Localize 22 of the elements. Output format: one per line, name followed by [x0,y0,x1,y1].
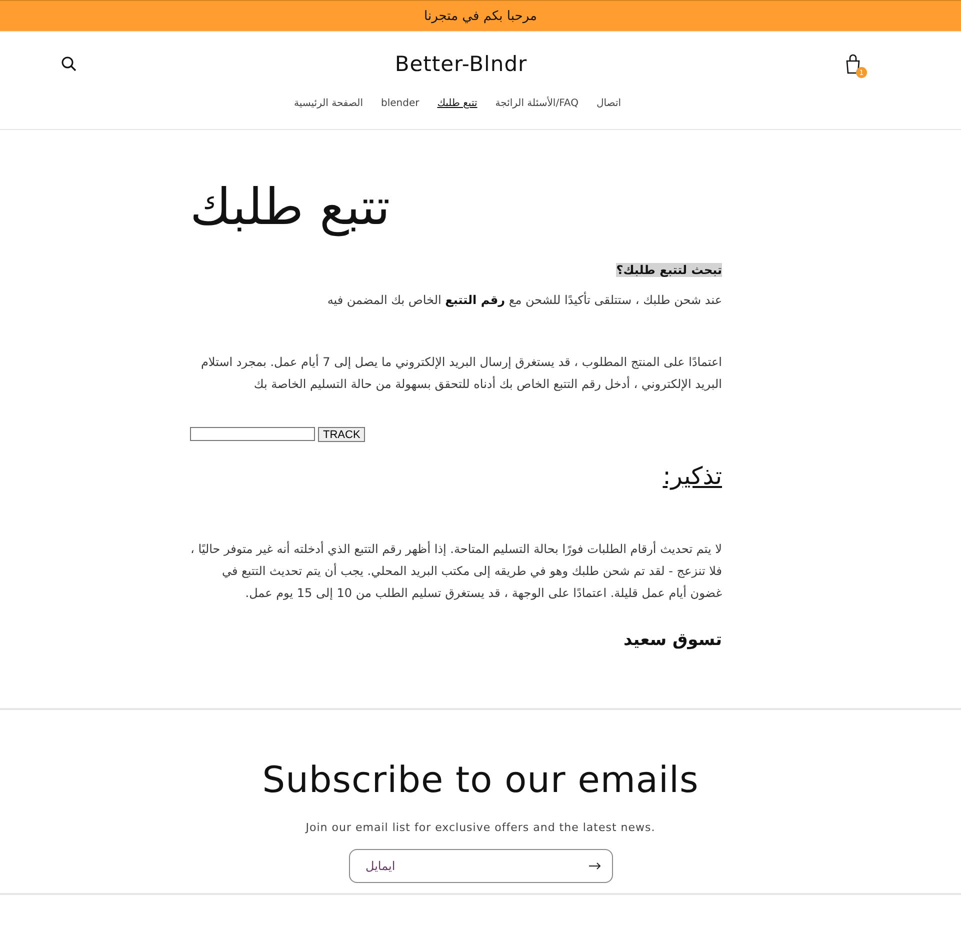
arrow-right-icon[interactable] [588,862,600,870]
newsletter-heading: Subscribe to our emails [262,760,699,801]
highlighted-question: تبحث لتتبع طلبك؟ [616,263,722,277]
shopping-bag-icon[interactable] [844,54,861,74]
email-field[interactable]: ايمايل [348,849,612,883]
nav-link[interactable]: اتصال [596,98,622,109]
logo-link[interactable]: Better-Blndr [394,52,528,76]
paragraph: لا يتم تحديث أرقام الطلبات فورًا بحالة التسليم المتاحة. إذا أظهر رقم التتبع الذي أدخلته أنه غير متوفر حاليًا ، فلا تنزعج - لقد تم شحن طلبك وهو في طريقه إلى مكتب البريد المحلي. يجب أن يتم تحديث التتبع في غضون أيام عمل قليلة. اعتمادًا على الوجهة ، قد يستغرق تسليم الطلب من 10 إلى 15 يوم عمل. [190,540,722,602]
paragraph: اعتمادًا على المنتج المطلوب ، قد يستغرق إرسال البريد الإلكتروني ما يصل إلى 7 أيام عمل. بمجرد استلام البريد الإلكتروني ، أدخل رقم التتبع الخاص بك أدناه للتحقق بسهولة من حالة التسليم الخاصة بك [200,353,722,393]
page-title: تتبع طلبك [190,180,392,235]
nav-link[interactable]: تتبع طلبك [437,98,478,109]
announcement-text: مرحبا بكم في متجرنا [424,8,537,24]
reminder-heading: تذكير: [662,462,722,490]
nav-link[interactable]: الصفحة الرئيسية [294,98,363,109]
tracking-field[interactable] [190,427,315,441]
closing-text: تسوق سعيد [622,630,722,650]
nav-link[interactable]: الأسئلة الرائجة/FAQ [495,98,578,109]
track-button[interactable]: TRACK [318,427,366,442]
search-icon[interactable] [61,56,77,72]
paragraph: عند شحن طلبك ، ستتلقى تأكيدًا للشحن مع رقم التتبع الخاص بك المضمن فيه [326,290,722,309]
nav-link[interactable]: blender [380,98,420,109]
newsletter-subtitle: Join our email list for exclusive offers and the latest news. [306,821,656,834]
